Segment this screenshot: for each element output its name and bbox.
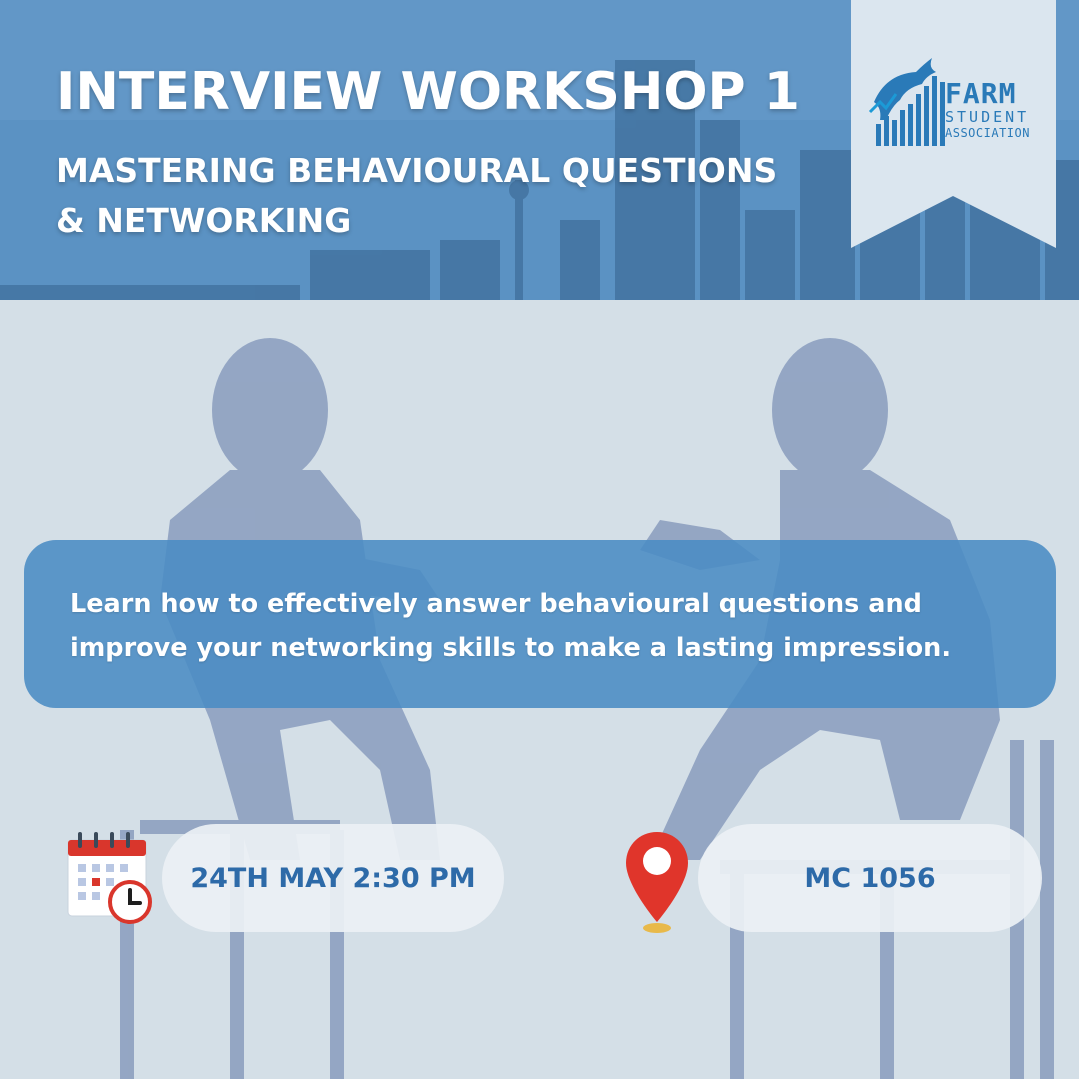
event-description: Learn how to effectively answer behaviou…	[70, 589, 952, 663]
page-subtitle: MASTERING BEHAVIOURAL QUESTIONS & NETWOR…	[56, 146, 836, 246]
logo-wordmark: FARM STUDENT ASSOCIATION	[945, 77, 1030, 140]
logo-student-text: STUDENT	[945, 108, 1030, 126]
logo-farm-text: FARM	[945, 77, 1017, 110]
map-pin-icon	[626, 832, 688, 933]
bull-chart-icon	[868, 58, 945, 146]
page-title: INTERVIEW WORKSHOP 1	[56, 62, 800, 122]
event-date-text: 24TH MAY 2:30 PM	[190, 862, 476, 894]
event-location-text: MC 1056	[804, 862, 936, 894]
event-location-pill: MC 1056	[698, 824, 1042, 932]
event-date-pill: 24TH MAY 2:30 PM	[162, 824, 504, 932]
subtitle-line-2: & NETWORKING	[56, 201, 352, 240]
calendar-clock-icon	[67, 832, 152, 924]
subtitle-line-1: MASTERING BEHAVIOURAL QUESTIONS	[56, 151, 778, 190]
logo-association-text: ASSOCIATION	[945, 126, 1030, 140]
